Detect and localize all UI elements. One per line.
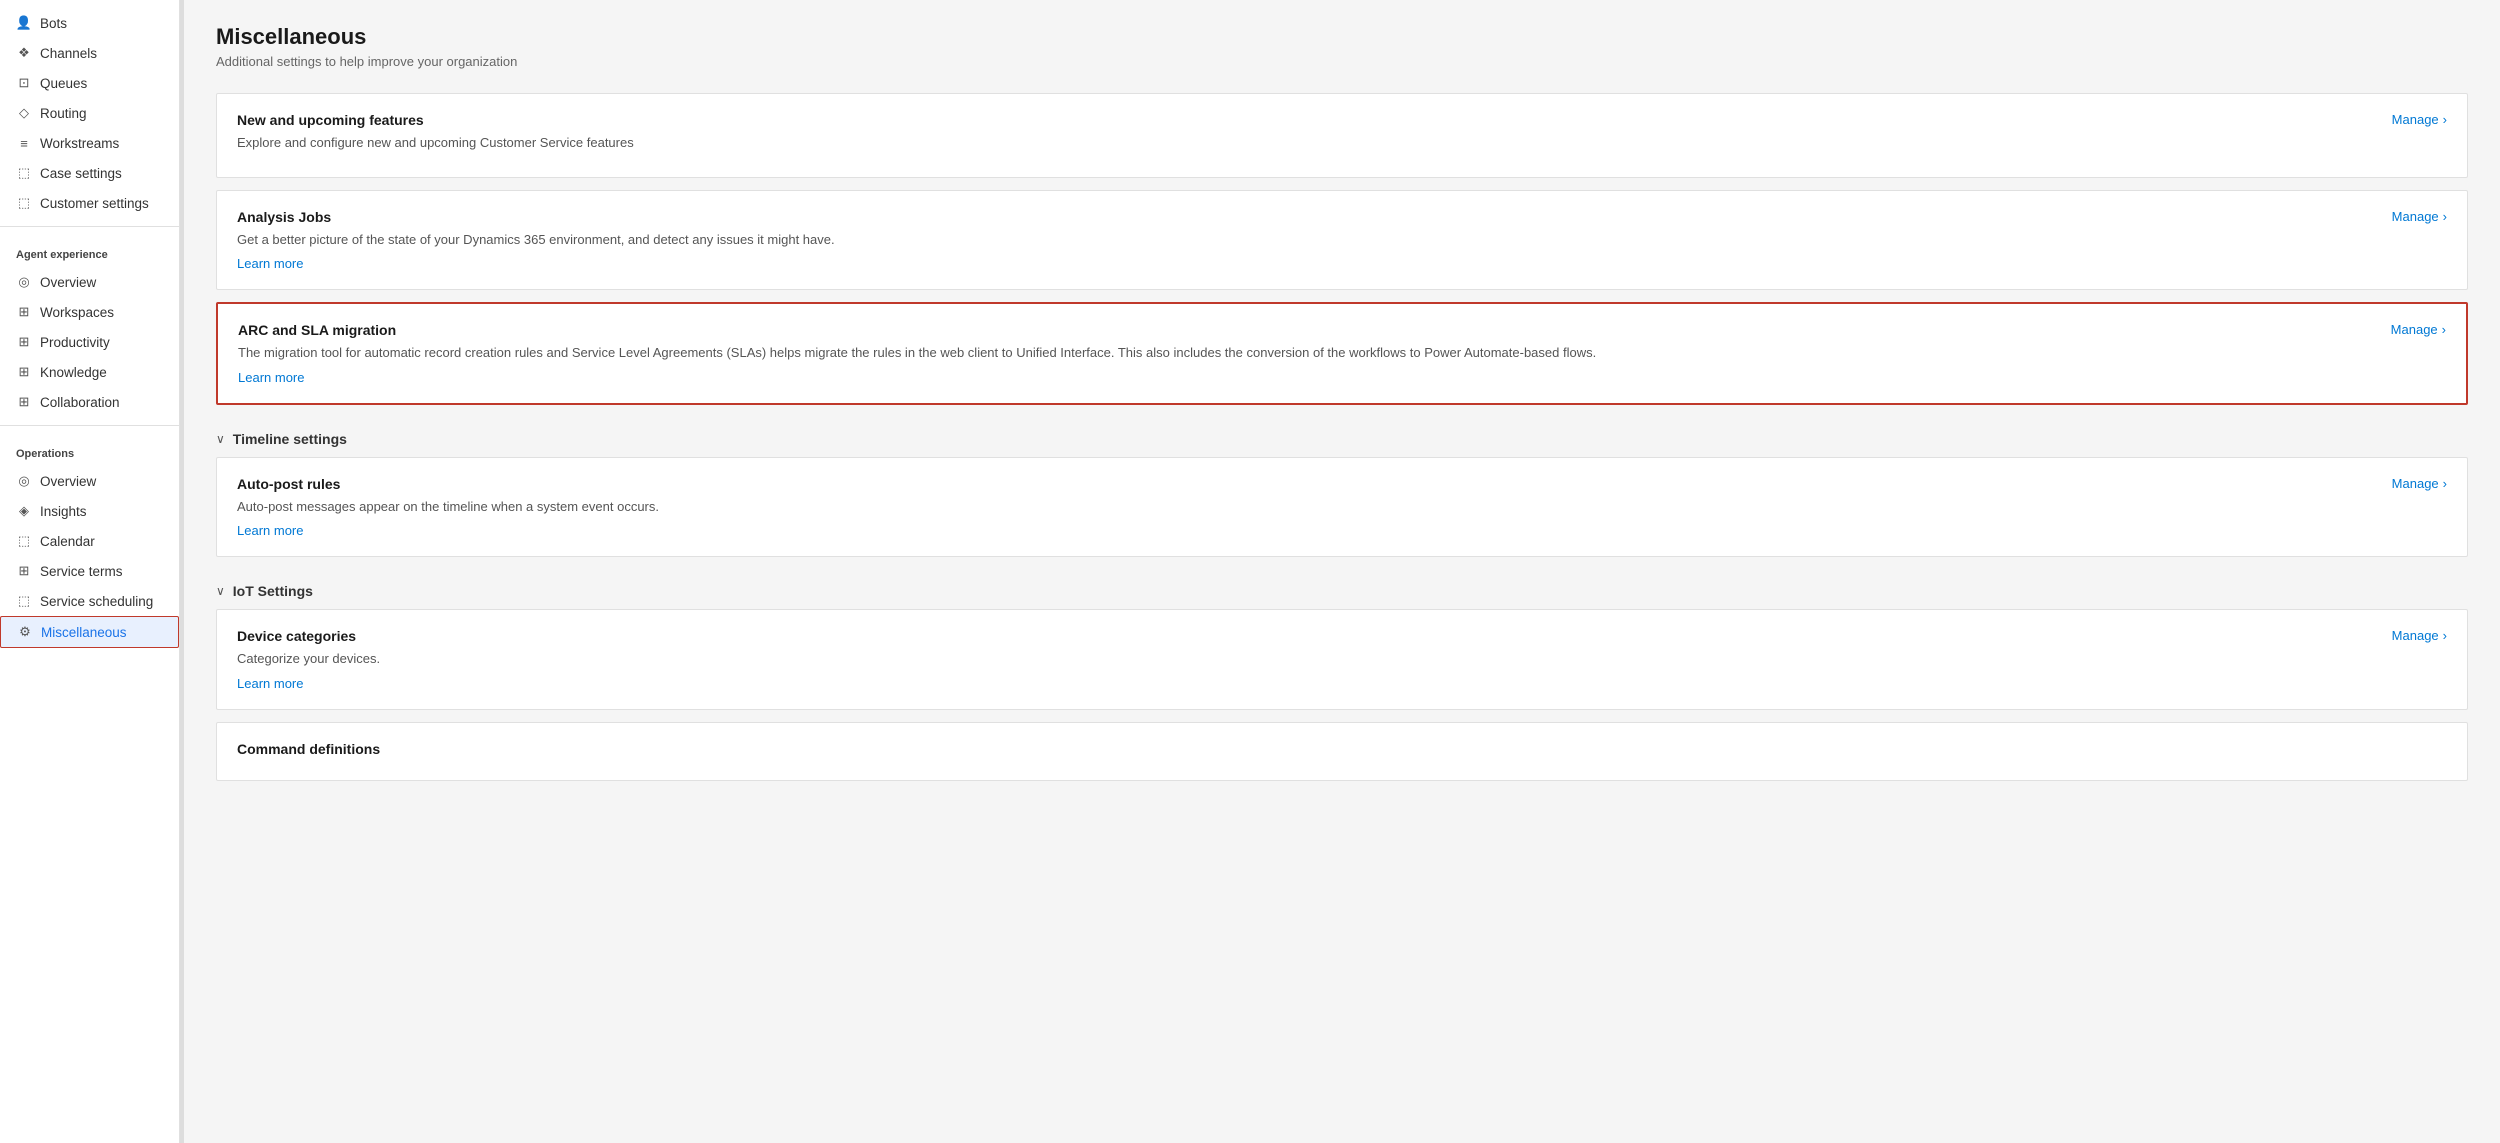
- miscellaneous-icon: ⚙: [17, 624, 33, 640]
- card-new-features-desc: Explore and configure new and upcoming C…: [237, 133, 2372, 153]
- sidebar: 👤 Bots ❖ Channels ⊡ Queues ◇ Routing ≡ W…: [0, 0, 180, 1143]
- card-auto-post: Auto-post rules Auto-post messages appea…: [216, 457, 2468, 558]
- calendar-icon: ⬚: [16, 533, 32, 549]
- sidebar-item-queues[interactable]: ⊡ Queues: [0, 68, 179, 98]
- customer-settings-icon: ⬚: [16, 195, 32, 211]
- sidebar-item-service-scheduling[interactable]: ⬚ Service scheduling: [0, 586, 179, 616]
- routing-icon: ◇: [16, 105, 32, 121]
- sidebar-item-case-settings[interactable]: ⬚ Case settings: [0, 158, 179, 188]
- sidebar-item-collaboration[interactable]: ⊞ Collaboration: [0, 387, 179, 417]
- card-device-categories-content: Device categories Categorize your device…: [237, 628, 2392, 691]
- timeline-chevron-icon: ∨: [216, 432, 225, 446]
- operations-header: Operations: [0, 434, 179, 466]
- iot-chevron-icon: ∨: [216, 584, 225, 598]
- service-scheduling-icon: ⬚: [16, 593, 32, 609]
- bots-icon: 👤: [16, 15, 32, 31]
- card-auto-post-link[interactable]: Learn more: [237, 523, 303, 538]
- card-command-definitions: Command definitions: [216, 722, 2468, 781]
- sidebar-item-knowledge[interactable]: ⊞ Knowledge: [0, 357, 179, 387]
- card-new-features-title: New and upcoming features: [237, 112, 2372, 128]
- card-arc-sla-link[interactable]: Learn more: [238, 370, 304, 385]
- queues-icon: ⊡: [16, 75, 32, 91]
- card-analysis-jobs: Analysis Jobs Get a better picture of th…: [216, 190, 2468, 291]
- workspaces-icon: ⊞: [16, 304, 32, 320]
- sidebar-divider-1: [0, 226, 179, 227]
- iot-section-header[interactable]: ∨ IoT Settings: [216, 569, 2468, 609]
- sidebar-item-routing[interactable]: ◇ Routing: [0, 98, 179, 128]
- card-device-categories-title: Device categories: [237, 628, 2372, 644]
- manage-analysis-jobs-chevron: ›: [2443, 209, 2447, 224]
- timeline-section-header[interactable]: ∨ Timeline settings: [216, 417, 2468, 457]
- card-arc-sla-desc: The migration tool for automatic record …: [238, 343, 2371, 363]
- sidebar-item-service-terms[interactable]: ⊞ Service terms: [0, 556, 179, 586]
- card-device-categories-link[interactable]: Learn more: [237, 676, 303, 691]
- sidebar-item-customer-settings[interactable]: ⬚ Customer settings: [0, 188, 179, 218]
- card-analysis-jobs-content: Analysis Jobs Get a better picture of th…: [237, 209, 2392, 272]
- manage-analysis-jobs-button[interactable]: Manage ›: [2392, 209, 2447, 224]
- card-auto-post-desc: Auto-post messages appear on the timelin…: [237, 497, 2372, 517]
- card-analysis-jobs-desc: Get a better picture of the state of you…: [237, 230, 2372, 250]
- agent-overview-icon: ◎: [16, 274, 32, 290]
- manage-auto-post-button[interactable]: Manage ›: [2392, 476, 2447, 491]
- page-title: Miscellaneous: [216, 24, 2468, 50]
- card-command-definitions-title: Command definitions: [237, 741, 2427, 757]
- card-arc-sla-content: ARC and SLA migration The migration tool…: [238, 322, 2391, 385]
- sidebar-item-operations-overview[interactable]: ◎ Overview: [0, 466, 179, 496]
- operations-overview-icon: ◎: [16, 473, 32, 489]
- manage-new-features-chevron: ›: [2443, 112, 2447, 127]
- sidebar-item-productivity[interactable]: ⊞ Productivity: [0, 327, 179, 357]
- iot-section-title: IoT Settings: [233, 583, 313, 599]
- main-content: Miscellaneous Additional settings to hel…: [184, 0, 2500, 1143]
- manage-arc-sla-button[interactable]: Manage ›: [2391, 322, 2446, 337]
- card-command-definitions-content: Command definitions: [237, 741, 2447, 762]
- manage-device-categories-chevron: ›: [2443, 628, 2447, 643]
- sidebar-item-channels[interactable]: ❖ Channels: [0, 38, 179, 68]
- card-new-features-content: New and upcoming features Explore and co…: [237, 112, 2392, 159]
- service-terms-icon: ⊞: [16, 563, 32, 579]
- sidebar-item-agent-overview[interactable]: ◎ Overview: [0, 267, 179, 297]
- knowledge-icon: ⊞: [16, 364, 32, 380]
- card-auto-post-title: Auto-post rules: [237, 476, 2372, 492]
- card-arc-sla: ARC and SLA migration The migration tool…: [216, 302, 2468, 405]
- sidebar-item-workspaces[interactable]: ⊞ Workspaces: [0, 297, 179, 327]
- productivity-icon: ⊞: [16, 334, 32, 350]
- sidebar-item-workstreams[interactable]: ≡ Workstreams: [0, 128, 179, 158]
- manage-new-features-button[interactable]: Manage ›: [2392, 112, 2447, 127]
- sidebar-divider-2: [0, 425, 179, 426]
- insights-icon: ◈: [16, 503, 32, 519]
- page-subtitle: Additional settings to help improve your…: [216, 54, 2468, 69]
- channels-icon: ❖: [16, 45, 32, 61]
- card-device-categories: Device categories Categorize your device…: [216, 609, 2468, 710]
- manage-device-categories-button[interactable]: Manage ›: [2392, 628, 2447, 643]
- agent-experience-header: Agent experience: [0, 235, 179, 267]
- card-device-categories-desc: Categorize your devices.: [237, 649, 2372, 669]
- case-settings-icon: ⬚: [16, 165, 32, 181]
- timeline-section-title: Timeline settings: [233, 431, 347, 447]
- manage-auto-post-chevron: ›: [2443, 476, 2447, 491]
- sidebar-item-bots[interactable]: 👤 Bots: [0, 8, 179, 38]
- card-analysis-jobs-link[interactable]: Learn more: [237, 256, 303, 271]
- sidebar-item-miscellaneous[interactable]: ⚙ Miscellaneous: [0, 616, 179, 648]
- card-arc-sla-title: ARC and SLA migration: [238, 322, 2371, 338]
- card-auto-post-content: Auto-post rules Auto-post messages appea…: [237, 476, 2392, 539]
- sidebar-item-insights[interactable]: ◈ Insights: [0, 496, 179, 526]
- card-new-features: New and upcoming features Explore and co…: [216, 93, 2468, 178]
- card-analysis-jobs-title: Analysis Jobs: [237, 209, 2372, 225]
- sidebar-item-calendar[interactable]: ⬚ Calendar: [0, 526, 179, 556]
- manage-arc-sla-chevron: ›: [2442, 322, 2446, 337]
- workstreams-icon: ≡: [16, 135, 32, 151]
- collaboration-icon: ⊞: [16, 394, 32, 410]
